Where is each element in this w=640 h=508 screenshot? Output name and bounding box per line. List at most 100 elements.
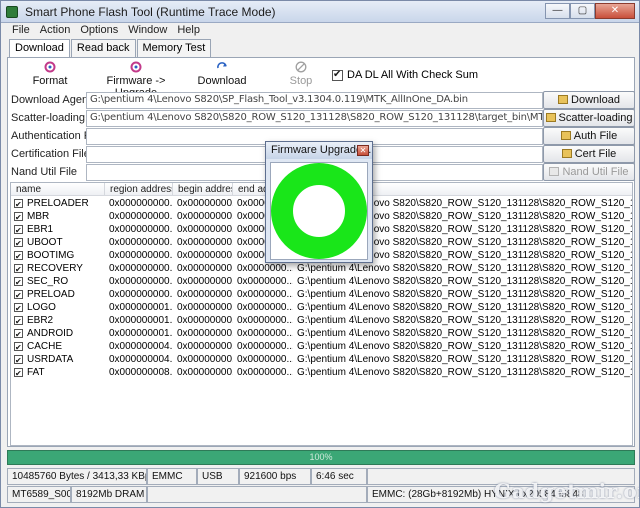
row-checkbox[interactable] (14, 211, 23, 223)
row-name-cell: UBOOT (11, 236, 105, 249)
da-checksum-checkbox[interactable]: DA DL All With Check Sum (332, 69, 478, 81)
row-region-address: 0x000000000... (109, 263, 173, 274)
row-end-address: 0x0000000... (237, 315, 293, 326)
table-row[interactable]: SEC_RO 0x000000000... 0x00000000... 0x00000… (11, 275, 632, 288)
status-transfer-rate: 10485760 Bytes / 3413,33 KBps (7, 468, 147, 485)
folder-icon (558, 95, 569, 104)
col-header-begin-address[interactable]: begin address (173, 183, 233, 196)
download-agent-input[interactable]: G:\pentium 4\Lenovo S820\SP_Flash_Tool_v… (86, 92, 543, 109)
row-checkbox[interactable] (14, 354, 23, 366)
row-location: G:\pentium 4\Lenovo S820\S820_ROW_S120_1… (297, 341, 633, 352)
row-begin-address: 0x00000000... (177, 250, 233, 261)
window-controls: — ▢ ✕ (545, 3, 635, 20)
row-name: EBR2 (27, 315, 54, 326)
row-region-address: 0x000000000... (109, 276, 173, 287)
minimize-button[interactable]: — (545, 3, 570, 19)
row-end-address: 0x0000000... (237, 367, 293, 378)
status-blank (147, 486, 367, 503)
tab-memory-test[interactable]: Memory Test (136, 39, 212, 57)
row-region-address: 0x000000000... (109, 250, 173, 261)
table-row[interactable]: LOGO 0x000000001... 0x00000000... 0x0000000… (11, 301, 632, 314)
download-button[interactable]: Download (186, 60, 258, 90)
row-name-cell: EBR1 (11, 223, 105, 236)
download-label: Download (197, 75, 247, 87)
row-begin-address: 0x00000000... (177, 276, 233, 287)
row-location: G:\pentium 4\Lenovo S820\S820_ROW_S120_1… (297, 289, 633, 300)
row-checkbox[interactable] (14, 198, 23, 210)
field-row-download-agent: Download Agent G:\pentium 4\Lenovo S820\… (10, 91, 636, 122)
tab-download[interactable]: Download (9, 39, 70, 58)
status-baud-rate: 921600 bps (239, 468, 311, 485)
firmware-upgrade-dialog: Firmware Upgrade ... ✕ (265, 141, 373, 263)
col-header-name[interactable]: name (11, 183, 105, 196)
folder-icon (560, 131, 571, 140)
row-location: G:\pentium 4\Lenovo S820\S820_ROW_S120_1… (297, 263, 633, 274)
table-row[interactable]: USRDATA 0x000000004... 0x00000000... 0x0000… (11, 353, 633, 366)
table-row[interactable]: CACHE 0x000000004... 0x00000000... 0x000000… (11, 340, 633, 353)
download-agent-label: Download Agent (11, 94, 92, 106)
row-region-address: 0x000000000... (109, 289, 173, 300)
folder-icon (545, 113, 556, 122)
table-row[interactable]: ANDROID 0x000000001... 0x00000000... 0x0000… (11, 327, 632, 340)
menu-file[interactable]: File (7, 23, 35, 38)
row-begin-address: 0x00000000... (177, 289, 233, 300)
row-name: EBR1 (27, 224, 54, 235)
download-agent-button[interactable]: Download Agent (543, 91, 635, 122)
close-button[interactable]: ✕ (595, 3, 635, 19)
dialog-close-button[interactable]: ✕ (357, 145, 369, 156)
firmware-upgrade-button[interactable]: Firmware -> Upgrade (86, 60, 186, 99)
menu-window[interactable]: Window (123, 23, 172, 38)
row-name: RECOVERY (27, 263, 83, 274)
table-row[interactable]: RECOVERY 0x000000000... 0x00000000... 0x000… (11, 262, 633, 275)
scatter-loading-button[interactable]: Scatter-loading (543, 109, 635, 127)
row-name: USRDATA (27, 354, 74, 365)
row-region-address: 0x000000004... (109, 341, 173, 352)
row-checkbox[interactable] (14, 302, 23, 314)
row-end-address: 0x0000000... (237, 276, 293, 287)
table-row[interactable]: EBR2 0x000000001... 0x00000000... 0x0000000… (11, 314, 633, 327)
stop-icon (295, 61, 307, 73)
folder-icon (561, 149, 572, 158)
row-location: G:\pentium 4\Lenovo S820\S820_ROW_S120_1… (297, 315, 633, 326)
table-row[interactable]: FAT 0x000000008... 0x00000000... 0x0000000.… (11, 366, 632, 379)
nand-util-button[interactable]: Nand Util File (543, 163, 635, 181)
row-checkbox[interactable] (14, 289, 23, 301)
row-location: G:\pentium 4\Lenovo S820\S820_ROW_S120_1… (297, 354, 633, 365)
format-icon (44, 61, 56, 73)
row-region-address: 0x000000000... (109, 198, 173, 209)
format-button[interactable]: Format (14, 60, 86, 90)
row-region-address: 0x000000001... (109, 302, 173, 313)
menu-action[interactable]: Action (35, 23, 76, 38)
row-end-address: 0x0000000... (237, 341, 293, 352)
row-begin-address: 0x00000000... (177, 237, 233, 248)
menu-help[interactable]: Help (172, 23, 205, 38)
row-checkbox[interactable] (14, 237, 23, 249)
maximize-button[interactable]: ▢ (570, 3, 595, 19)
row-name-cell: PRELOADER (11, 197, 105, 210)
scatter-input[interactable]: G:\pentium 4\Lenovo S820\S820_ROW_S120_1… (86, 110, 543, 127)
col-header-region-address[interactable]: region address (105, 183, 173, 196)
row-name: BOOTIMG (27, 250, 75, 261)
row-end-address: 0x0000000... (237, 328, 293, 339)
nand-util-button-label: Nand Util File (562, 166, 629, 178)
row-name: CACHE (27, 341, 63, 352)
menu-options[interactable]: Options (75, 23, 123, 38)
row-name: SEC_RO (27, 276, 69, 287)
row-checkbox[interactable] (14, 224, 23, 236)
firmware-upgrade-icon (130, 61, 142, 73)
tab-read-back[interactable]: Read back (70, 39, 136, 57)
title-bar[interactable]: Smart Phone Flash Tool (Runtime Trace Mo… (1, 1, 639, 23)
auth-file-button[interactable]: Auth File (543, 127, 635, 145)
format-label: Format (32, 75, 68, 87)
row-checkbox[interactable] (14, 341, 23, 353)
cert-file-button[interactable]: Cert File (543, 145, 635, 163)
row-checkbox[interactable] (14, 367, 23, 379)
da-checksum-label: DA DL All With Check Sum (347, 69, 479, 81)
row-checkbox[interactable] (14, 250, 23, 262)
row-checkbox[interactable] (14, 276, 23, 288)
row-checkbox[interactable] (14, 263, 23, 275)
row-begin-address: 0x00000000... (177, 354, 233, 365)
row-checkbox[interactable] (14, 328, 23, 340)
row-checkbox[interactable] (14, 315, 23, 327)
table-row[interactable]: PRELOAD 0x000000000... 0x00000000... 0x0000… (11, 288, 633, 301)
